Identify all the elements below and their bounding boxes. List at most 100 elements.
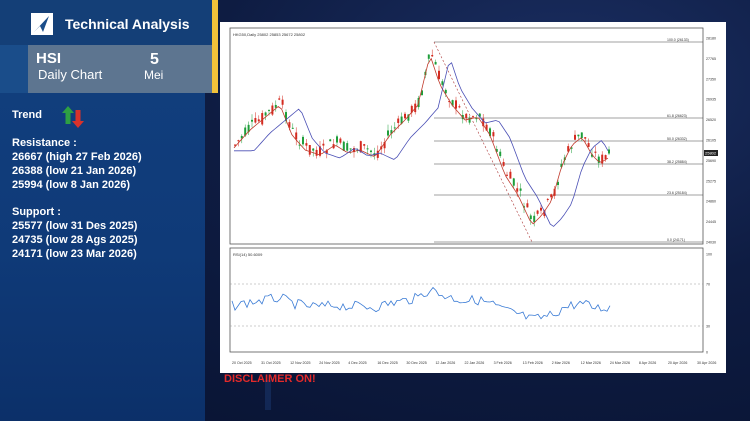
price-tick-label: 25690	[706, 159, 716, 163]
candle-body	[274, 104, 277, 108]
candle-body	[268, 109, 270, 111]
candle-body	[366, 148, 369, 150]
resistance-heading: Resistance :	[12, 137, 77, 149]
candle-body	[254, 118, 257, 123]
candle-body	[393, 127, 396, 129]
candle-body	[506, 174, 508, 176]
rsi-header: RSI(14) 50.6009	[233, 252, 263, 257]
candle-body	[512, 178, 515, 186]
rsi-tick-label: 100	[706, 253, 712, 257]
candle-body	[550, 194, 553, 198]
price-chart: HKG50,Daily 25802 25853 25672 25802 100.…	[229, 27, 718, 365]
rsi-tick-label: 70	[706, 283, 710, 287]
price-tick-label: 24445	[706, 220, 716, 224]
trend-label: Trend	[12, 109, 42, 121]
up-down-arrows-icon	[62, 106, 84, 128]
date-tick-label: 31 Oct 2025	[261, 361, 281, 365]
candle-body	[509, 171, 512, 179]
date-tick-label: 22 Jan 2026	[465, 361, 485, 365]
candle-body	[502, 161, 505, 166]
candle-body	[608, 149, 610, 154]
brand-logo-icon	[31, 13, 53, 35]
candle-body	[339, 138, 342, 143]
fibonacci-label: 50.0 (26332)	[667, 137, 687, 141]
disclaimer-text: DISCLAIMER ON!	[224, 373, 316, 385]
candle-body	[397, 118, 400, 123]
date-tick-label: 13 Feb 2026	[523, 361, 543, 365]
candle-body	[580, 132, 583, 139]
candle-body	[251, 119, 253, 122]
candle-body	[431, 54, 434, 57]
price-tick-label: 26935	[706, 98, 716, 102]
chart-screenshot: HKG50,Daily 25802 25853 25672 25802 100.…	[220, 22, 726, 373]
rsi-tick-label: 0	[706, 351, 708, 355]
candle-body	[529, 215, 532, 220]
candle-body	[322, 143, 325, 146]
candle-body	[336, 136, 338, 143]
candle-body	[465, 113, 468, 119]
date-tick-label: 20 Apr 2026	[668, 361, 687, 365]
candle-body	[312, 148, 315, 151]
ticker-label: HSI	[36, 50, 62, 67]
candle-body	[516, 188, 519, 192]
candle-body	[577, 134, 580, 137]
resistance-level-3: 25994 (low 8 Jan 2026)	[12, 179, 131, 191]
date-tick-label: 12 Mar 2026	[581, 361, 601, 365]
header-title: Technical Analysis	[65, 16, 190, 32]
candle-body	[438, 70, 440, 80]
candle-body	[441, 81, 444, 85]
candle-body	[295, 132, 298, 140]
candle-body	[237, 140, 240, 142]
candle-body	[363, 144, 366, 146]
candle-body	[342, 141, 345, 151]
candle-body	[302, 136, 304, 145]
support-level-3: 24171 (low 23 Mar 2026)	[12, 248, 137, 260]
date-tick-label: 16 Dec 2025	[377, 361, 397, 365]
fibonacci-label: 0.0 (24171)	[667, 238, 685, 242]
candle-body	[271, 105, 274, 115]
price-tick-label: 27765	[706, 57, 716, 61]
date-tick-label: 30 Apr 2026	[697, 361, 716, 365]
date-tick-label: 20 Oct 2025	[232, 361, 252, 365]
date-tick-label: 3 Feb 2026	[494, 361, 512, 365]
rsi-axis: 100 70 30 0	[706, 253, 712, 355]
candle-body	[291, 127, 294, 129]
candle-body	[257, 119, 260, 122]
candle-body	[540, 207, 542, 211]
date-tick-label: 4 Dec 2025	[348, 361, 366, 365]
candle-body	[519, 188, 522, 191]
price-axis: 28180 27765 27350 26935 26520 26105 25690 25275…	[706, 37, 716, 245]
price-tick-label: 25275	[706, 179, 716, 183]
candle-body	[308, 145, 311, 155]
date-tick-label: 8 Apr 2026	[639, 361, 656, 365]
fibonacci-label: 100.0 (26133)	[667, 38, 689, 42]
candle-body	[604, 155, 607, 160]
candle-body	[305, 143, 308, 146]
candle-body	[533, 215, 536, 223]
support-level-2: 24735 (low 28 Ags 2025)	[12, 234, 138, 246]
candle-body	[597, 156, 600, 163]
candle-body	[315, 149, 318, 156]
date-tick-label: 12 Nov 2025	[290, 361, 310, 365]
price-tick-label: 27350	[706, 77, 716, 81]
candle-body	[587, 143, 590, 147]
support-heading: Support :	[12, 206, 61, 218]
candle-body	[281, 99, 284, 105]
candle-body	[387, 130, 389, 136]
resistance-level-1: 26667 (high 27 Feb 2026)	[12, 151, 142, 163]
price-tick-label: 24860	[706, 200, 716, 204]
last-price-label: 25802	[705, 151, 717, 156]
date-axis: 20 Oct 2025 31 Oct 2025 12 Nov 2025 24 Nov …	[232, 361, 716, 365]
date-tick-label: 2 Mar 2026	[552, 361, 570, 365]
price-tick-label: 28180	[706, 37, 716, 41]
candle-body	[346, 143, 349, 151]
candle-body	[349, 148, 352, 150]
candle-body	[370, 150, 372, 153]
candle-body	[472, 116, 474, 118]
fibonacci-label: 23.6 (25184)	[667, 191, 687, 195]
resistance-level-2: 26388 (low 21 Jan 2026)	[12, 165, 137, 177]
candle-body	[584, 137, 587, 139]
fibonacci-label: 38.2 (25884)	[667, 160, 687, 164]
candle-body	[455, 100, 457, 109]
candle-body	[434, 61, 437, 65]
